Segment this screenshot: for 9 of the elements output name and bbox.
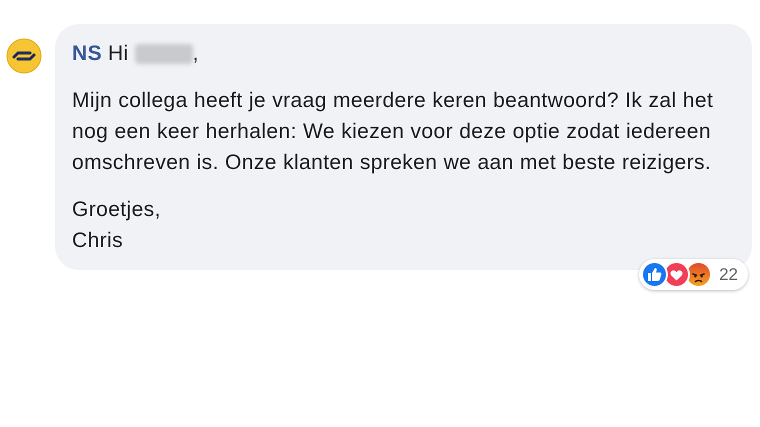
like-icon bbox=[641, 261, 668, 288]
avatar-logo-icon[interactable] bbox=[6, 38, 42, 74]
comment-paragraph: Groetjes, Chris bbox=[72, 197, 162, 254]
comma-text: , bbox=[192, 41, 199, 67]
comment-paragraph: Mijn collega heeft je vraag meerdere keren beantwoord? Ik zal het nog een keer herhalen: We kiezen voor deze optie zodat iedereen omschreven is. Onze klanten spreken we aan met beste reizigers. bbox=[72, 88, 714, 176]
reaction-count: 22 bbox=[719, 264, 738, 286]
reactions-pill[interactable]: 22 bbox=[639, 259, 748, 290]
author-name[interactable]: NS bbox=[72, 38, 102, 69]
greeting-text: Hi bbox=[108, 41, 129, 67]
